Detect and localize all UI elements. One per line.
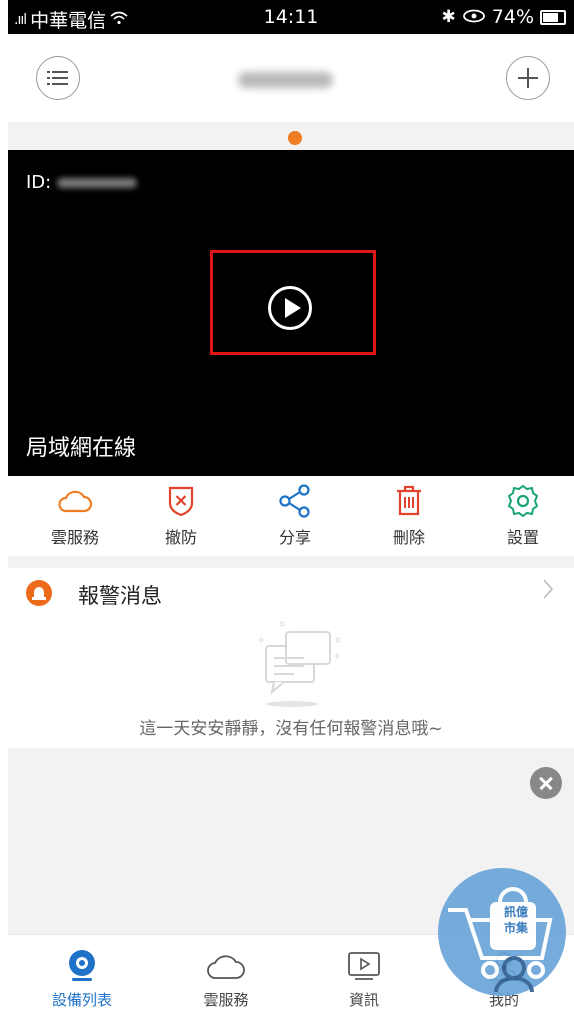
tab-cloud-service[interactable]: 雲服務 [176,947,276,1010]
tab-label: 設備列表 [51,991,112,1009]
cloud-icon [58,490,92,513]
tab-label: 雲服務 [203,991,249,1009]
market-label-line1: 訊億 [503,905,528,919]
close-ad-button[interactable] [530,767,562,799]
cloud-service-button[interactable]: 雲服務 [30,476,120,548]
trash-icon [397,485,421,516]
connection-status: 局域網在線 [26,436,137,461]
list-icon [47,71,68,85]
nav-bar [8,34,574,122]
status-right: ✱ 74% [442,6,566,28]
share-icon [279,484,310,518]
menu-button[interactable] [36,56,80,100]
chevron-right-icon [542,578,554,606]
empty-messages-text: 這一天安安靜靜，沒有任何報警消息哦~ [139,719,443,739]
device-actions: 雲服務 撤防 分享 刪除 設置 [8,476,574,556]
shield-x-icon [168,486,194,517]
bluetooth-icon: ✱ [441,7,456,27]
device-pager [8,122,574,150]
device-id-blurred [57,177,138,188]
camera-icon [69,950,95,981]
settings-button[interactable]: 設置 [478,476,568,548]
play-button[interactable] [268,286,312,330]
empty-messages-icon [238,616,348,711]
page-indicator-dot[interactable] [288,131,302,145]
disarm-button[interactable]: 撤防 [136,476,226,548]
plus-icon [518,68,538,88]
tab-label: 資訊 [348,991,379,1009]
tab-device-list[interactable]: 設備列表 [32,947,132,1010]
action-label: 設置 [506,528,539,547]
status-bar: .ııl 中華電信 14:11 ✱ 74% [8,0,574,34]
alarm-icon [26,580,52,606]
market-label-line2: 市集 [503,921,528,935]
eye-icon [462,6,486,28]
settings-icon [507,484,539,518]
device-id-label: ID: [26,172,52,193]
alarm-title: 報警消息 [78,584,162,608]
video-play-icon [348,952,380,980]
tab-news[interactable]: 資訊 [314,947,414,1010]
action-label: 雲服務 [50,528,99,547]
add-device-button[interactable] [506,56,550,100]
battery-icon [540,9,566,25]
device-name-blurred [238,72,333,88]
action-label: 分享 [278,528,311,547]
battery-percent: 74% [491,6,534,28]
share-button[interactable]: 分享 [250,476,340,548]
action-label: 撤防 [164,528,197,547]
section-divider [8,556,574,568]
device-id: ID: [26,172,138,193]
delete-button[interactable]: 刪除 [364,476,454,548]
cloud-icon [207,955,245,979]
video-preview[interactable]: ID: 局域網在線 [8,150,574,476]
alarm-messages-row[interactable]: 報警消息 [8,568,574,618]
action-label: 刪除 [392,528,425,547]
market-label: 訊億 市集 [496,904,536,936]
